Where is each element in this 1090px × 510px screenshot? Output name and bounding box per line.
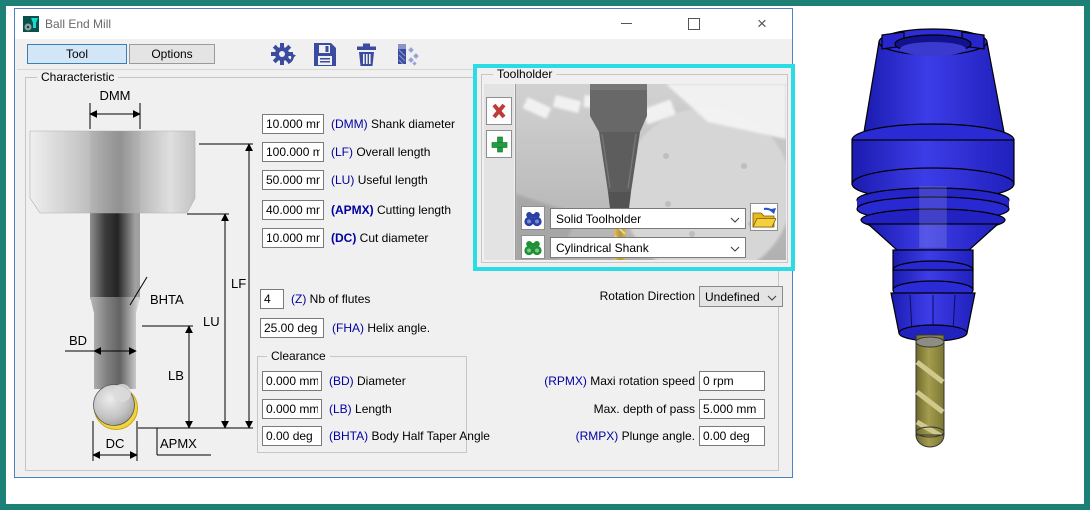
clearance-length-field[interactable] — [262, 399, 322, 419]
toolholder-add-button[interactable] — [486, 130, 512, 158]
overall-length-field[interactable] — [262, 142, 324, 162]
toolholder-delete-button[interactable] — [486, 97, 512, 125]
svg-text:BD: BD — [69, 333, 87, 348]
clearance-group-label: Clearance — [267, 350, 330, 363]
shank-type-value: Cylindrical Shank — [556, 241, 726, 255]
binoculars-blue-icon — [523, 208, 543, 228]
tool-dimension-diagram: DMM LF LU LB BD BHTA DC — [27, 87, 271, 469]
rotation-direction-value: Undefined — [705, 290, 763, 304]
body-half-taper-angle-field[interactable] — [262, 426, 322, 446]
maxi-rotation-speed-field[interactable] — [699, 371, 765, 391]
toolholder-photo — [516, 84, 786, 260]
clearance-diameter-field[interactable] — [262, 371, 322, 391]
red-x-icon — [490, 102, 508, 120]
toolholder-type-value: Solid Toolholder — [556, 212, 726, 226]
plunge-angle-field[interactable] — [699, 426, 765, 446]
rotation-direction-dropdown[interactable]: Undefined — [699, 286, 783, 307]
useful-length-field[interactable] — [262, 170, 324, 190]
tab-options[interactable]: Options — [129, 44, 215, 64]
maxi-rotation-speed-label: (RPMX) Maxi rotation speed — [435, 371, 695, 391]
toolholder-strip-separator — [515, 84, 516, 260]
max-depth-of-pass-field[interactable] — [699, 399, 765, 419]
nb-flutes-label: (Z) Nb of flutes — [291, 289, 370, 309]
open-folder-icon — [752, 206, 776, 229]
shank-diameter-field[interactable] — [262, 114, 324, 134]
ball-end-mill-dialog: Ball End Mill × Tool Options — [14, 8, 793, 478]
minimize-button[interactable] — [609, 10, 643, 37]
cutting-length-label: (APMX) Cutting length — [331, 200, 451, 220]
rotation-direction-label: Rotation Direction — [555, 286, 695, 307]
app-icon — [23, 16, 39, 37]
toolholder-highlight-box: Toolholder — [473, 64, 795, 271]
tool-preview-icon[interactable] — [393, 41, 420, 68]
tool-3d-preview — [806, 12, 1088, 504]
save-icon[interactable] — [311, 41, 338, 68]
maximize-icon — [688, 18, 700, 30]
clearance-diameter-label: (BD) Diameter — [329, 371, 406, 391]
tab-tool[interactable]: Tool — [27, 44, 127, 64]
minimize-icon — [621, 23, 632, 24]
green-plus-icon — [490, 135, 509, 154]
svg-text:BHTA: BHTA — [150, 292, 184, 307]
useful-length-label: (LU) Useful length — [331, 170, 428, 190]
svg-text:DMM: DMM — [99, 88, 130, 103]
svg-text:LB: LB — [168, 368, 184, 383]
cutting-length-field[interactable] — [262, 200, 324, 220]
window-title: Ball End Mill — [45, 17, 111, 31]
plunge-angle-label: (RMPX) Plunge angle. — [435, 426, 695, 446]
cut-diameter-field[interactable] — [262, 228, 324, 248]
close-button[interactable]: × — [742, 10, 782, 37]
screenshot-frame: Ball End Mill × Tool Options — [0, 0, 1090, 510]
title-bar: Ball End Mill × — [15, 9, 792, 39]
settings-gear-icon[interactable] — [269, 41, 296, 68]
characteristic-group-label: Characteristic — [37, 71, 118, 84]
find-shank-button[interactable] — [521, 235, 545, 259]
chevron-down-icon — [767, 290, 777, 304]
clearance-length-label: (LB) Length — [329, 399, 392, 419]
find-toolholder-button[interactable] — [521, 206, 545, 230]
toolholder-group-label: Toolholder — [493, 68, 556, 81]
binoculars-green-icon — [523, 237, 543, 257]
helix-angle-label: (FHA) Helix angle. — [332, 318, 430, 338]
toolholder-type-dropdown[interactable]: Solid Toolholder — [550, 208, 746, 229]
chevron-down-icon — [730, 241, 740, 255]
overall-length-label: (LF) Overall length — [331, 142, 430, 162]
shank-diameter-label: (DMM) Shank diameter — [331, 114, 455, 134]
chevron-down-icon — [730, 212, 740, 226]
svg-text:LU: LU — [203, 314, 220, 329]
browse-toolholder-button[interactable] — [750, 203, 778, 231]
svg-text:DC: DC — [106, 436, 125, 451]
svg-text:LF: LF — [231, 276, 246, 291]
toolholder-3d-render — [806, 12, 1088, 487]
nb-flutes-field[interactable] — [260, 289, 284, 309]
svg-text:APMX: APMX — [160, 436, 197, 451]
shank-type-dropdown[interactable]: Cylindrical Shank — [550, 237, 746, 258]
max-depth-of-pass-label: Max. depth of pass — [435, 399, 695, 419]
cut-diameter-label: (DC) Cut diameter — [331, 228, 428, 248]
maximize-button[interactable] — [677, 10, 711, 37]
close-icon: × — [757, 14, 767, 34]
delete-trash-icon[interactable] — [353, 41, 380, 68]
helix-angle-field[interactable] — [260, 318, 324, 338]
